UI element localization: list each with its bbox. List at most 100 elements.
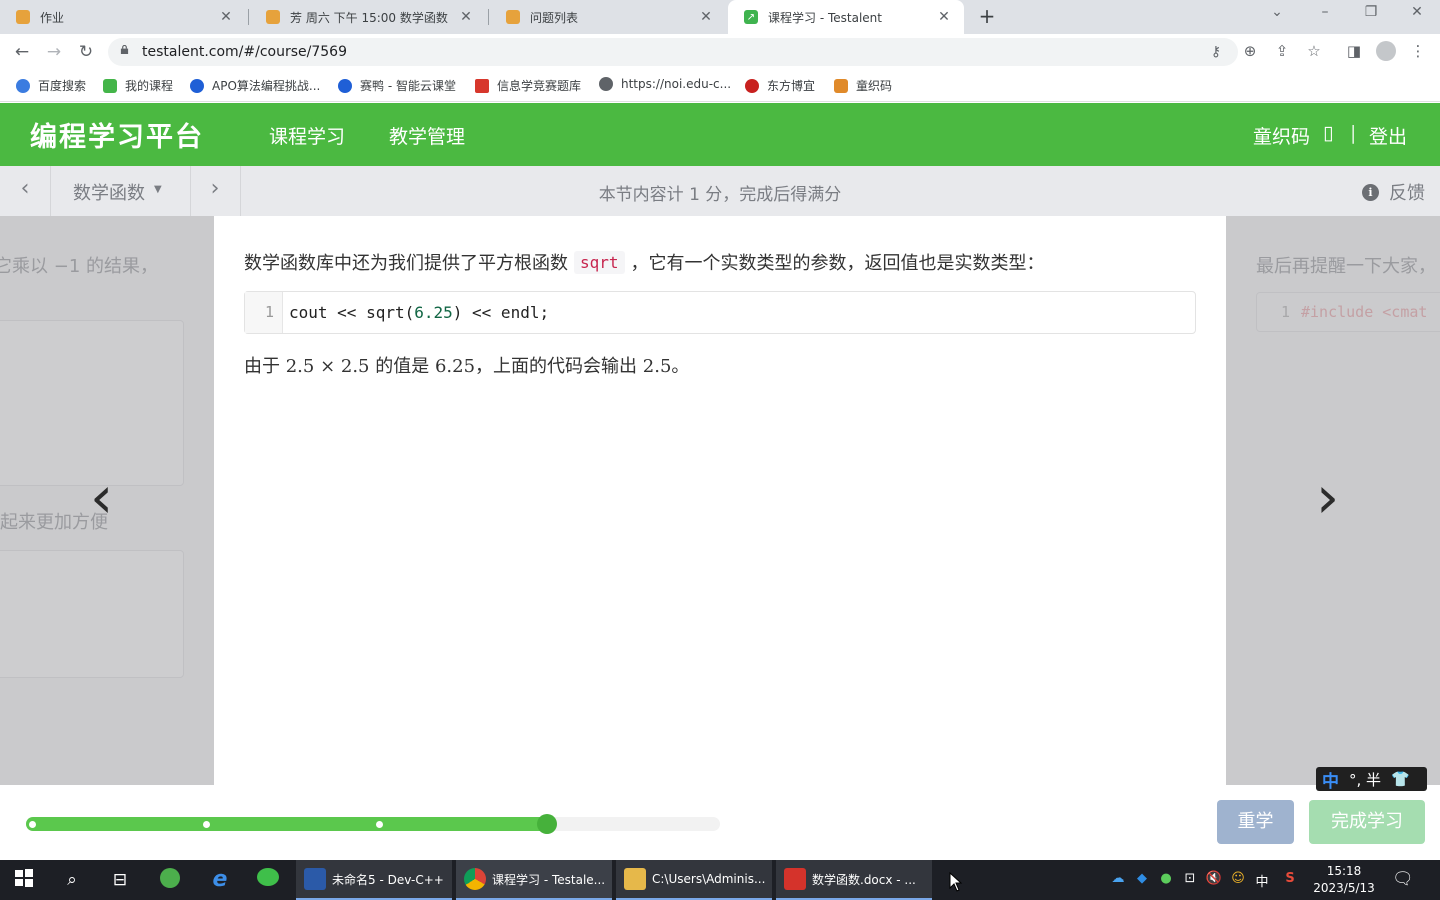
ghost-code: #include <cmat xyxy=(1301,303,1428,321)
bookmark-saiya[interactable]: 赛鸭 - 智能云课堂 xyxy=(338,77,456,94)
lesson-score-info: 本节内容计 1 分，完成后得满分 xyxy=(598,185,842,205)
baidu-paw-icon xyxy=(16,78,30,93)
tab-title: 芳 周六 下午 15:00 数学函数 xyxy=(290,10,448,25)
logout-link[interactable]: 登出 xyxy=(1369,122,1407,149)
browser-tab[interactable]: 芳 周六 下午 15:00 数学函数 ✕ xyxy=(250,0,486,34)
bookmark-my-courses[interactable]: 我的课程 xyxy=(103,77,173,94)
address-bar[interactable]: testalent.com/#/course/7569 ⚷ xyxy=(108,38,1238,66)
new-tab-button[interactable]: + xyxy=(976,5,998,27)
volume-muted-icon[interactable]: 🔇 xyxy=(1204,871,1224,886)
user-icon[interactable]: ▯ xyxy=(1323,122,1333,144)
side-panel-icon[interactable]: ◨ xyxy=(1344,42,1364,60)
code-block[interactable]: 1 cout << sqrt(6.25) << endl; xyxy=(244,291,1196,334)
input-language[interactable]: 中 xyxy=(1252,871,1272,890)
user-favicon-icon xyxy=(506,10,520,24)
progress-step-dot[interactable] xyxy=(376,821,383,828)
line-number: 1 xyxy=(245,292,283,333)
ime-status-bar[interactable]: 中 °, 半 👕 xyxy=(1316,767,1427,792)
bookmark-oi-bank[interactable]: 信息学竞赛题库 xyxy=(475,77,581,94)
bookmark-apo[interactable]: APO算法编程挑战... xyxy=(190,77,320,94)
text: 的值是 xyxy=(369,356,435,377)
taskbar-app-chrome[interactable]: 课程学习 - Testale... xyxy=(456,860,612,900)
text: ，上面的代码会输出 xyxy=(475,356,643,377)
system-clock[interactable]: 15:18 2023/5/13 xyxy=(1308,863,1380,897)
password-key-icon[interactable]: ⚷ xyxy=(1206,44,1226,60)
bookmark-star-icon[interactable]: ☆ xyxy=(1304,42,1324,60)
lesson-stage: 它乘以 −1 的结果， 起来更加方便 最后再提醒一下大家， 1 #include… xyxy=(0,216,1440,785)
site-logo[interactable]: 编程学习平台 xyxy=(30,115,204,154)
reload-icon[interactable]: ↻ xyxy=(74,40,98,64)
notification-center-icon[interactable]: 🗨 xyxy=(1392,869,1414,889)
windows-start-icon[interactable] xyxy=(12,868,36,892)
tab-divider xyxy=(248,9,249,25)
forward-icon[interactable]: → xyxy=(42,40,66,64)
bookmark-tongzhima[interactable]: 童织码 xyxy=(834,77,892,94)
wps-icon xyxy=(784,868,806,890)
wechat-tray-icon[interactable]: ● xyxy=(1156,871,1176,886)
nav-teaching-management[interactable]: 教学管理 xyxy=(389,122,465,149)
close-tab-icon[interactable]: ✕ xyxy=(698,9,714,25)
nav-course-learning[interactable]: 课程学习 xyxy=(269,122,345,149)
ime-tray-icon[interactable]: ☺ xyxy=(1228,871,1248,886)
text: 数学函数库中还为我们提供了平方根函数 xyxy=(244,253,568,274)
ime-mode[interactable]: 中 xyxy=(1322,767,1339,792)
devcpp-icon xyxy=(304,868,326,890)
user-name[interactable]: 童织码 xyxy=(1253,122,1310,149)
share-icon[interactable]: ⇪ xyxy=(1272,42,1292,60)
search-icon[interactable]: ⌕ xyxy=(60,868,84,892)
taskbar-app-wps[interactable]: 数学函数.docx - ... xyxy=(776,860,932,900)
code-token: cout << sqrt( xyxy=(289,303,415,322)
inline-code: sqrt xyxy=(574,250,625,274)
taskbar-app-explorer[interactable]: C:\Users\Adminis... xyxy=(616,860,772,900)
wechat-icon[interactable] xyxy=(256,868,280,892)
ime-skin-icon[interactable]: 👕 xyxy=(1391,770,1410,788)
feishu-icon[interactable]: ◆ xyxy=(1132,871,1152,886)
ime-options[interactable]: °, 半 xyxy=(1349,769,1381,790)
clock-time: 15:18 xyxy=(1326,864,1362,878)
zoom-icon[interactable]: ⊕ xyxy=(1240,42,1260,60)
complete-lesson-button[interactable]: 完成学习 xyxy=(1309,800,1425,844)
taskbar-app-label: 数学函数.docx - ... xyxy=(812,872,916,887)
folder-icon xyxy=(624,868,646,890)
bookmark-label: https://noi.edu-c... xyxy=(621,77,732,91)
code-token: ) << endl; xyxy=(452,303,550,322)
tab-search-icon[interactable]: ⌄ xyxy=(1262,4,1292,20)
profile-avatar[interactable] xyxy=(1376,41,1396,61)
browser-tab[interactable]: 作业 ✕ xyxy=(0,0,246,34)
onedrive-icon[interactable]: ☁ xyxy=(1108,871,1128,886)
browser-tab-active[interactable]: ↗ 课程学习 - Testalent ✕ xyxy=(728,0,964,34)
next-slide-arrow-icon[interactable]: › xyxy=(1316,468,1339,526)
chrome-icon xyxy=(464,868,486,890)
network-icon[interactable]: ⊡ xyxy=(1180,871,1200,886)
lesson-progress-bar[interactable] xyxy=(26,814,720,834)
browser-360-icon[interactable] xyxy=(158,868,182,892)
close-tab-icon[interactable]: ✕ xyxy=(936,9,952,25)
testalent-favicon-icon: ↗ xyxy=(744,10,758,24)
restore-icon[interactable]: ❐ xyxy=(1356,4,1386,20)
bookmark-dongfang[interactable]: 东方博宜 xyxy=(745,77,815,94)
task-view-icon[interactable]: ⊟ xyxy=(108,868,132,892)
progress-step-dot[interactable] xyxy=(203,821,210,828)
progress-step-dot[interactable] xyxy=(29,821,36,828)
feedback-button[interactable]: i 反馈 xyxy=(1362,179,1425,205)
internet-explorer-icon[interactable]: e xyxy=(208,868,232,892)
previous-slide-arrow-icon[interactable]: ‹ xyxy=(90,468,113,526)
sogou-icon[interactable]: S xyxy=(1280,871,1300,886)
bookmark-baidu[interactable]: 百度搜索 xyxy=(16,77,86,94)
close-tab-icon[interactable]: ✕ xyxy=(218,9,234,25)
taskbar-app-devcpp[interactable]: 未命名5 - Dev-C++ xyxy=(296,860,452,900)
bookmark-noi[interactable]: https://noi.edu-c... xyxy=(599,77,731,91)
close-tab-icon[interactable]: ✕ xyxy=(458,9,474,25)
browser-tab[interactable]: 问题列表 ✕ xyxy=(490,0,726,34)
relearn-button[interactable]: 重学 xyxy=(1217,800,1294,844)
close-window-icon[interactable]: ✕ xyxy=(1402,4,1432,20)
bookmark-label: 赛鸭 - 智能云课堂 xyxy=(360,79,456,93)
progress-knob[interactable] xyxy=(537,814,557,834)
browser-toolbar: ← → ↻ testalent.com/#/course/7569 ⚷ ⊕ ⇪ … xyxy=(0,34,1440,70)
ghost-text: 它乘以 −1 的结果， xyxy=(0,256,158,277)
lesson-footer: 重学 完成学习 xyxy=(0,785,1440,860)
menu-kebab-icon[interactable]: ⋮ xyxy=(1408,42,1428,60)
math-expression: 6.25 xyxy=(434,356,476,377)
minimize-icon[interactable]: – xyxy=(1310,4,1340,20)
back-icon[interactable]: ← xyxy=(10,40,34,64)
